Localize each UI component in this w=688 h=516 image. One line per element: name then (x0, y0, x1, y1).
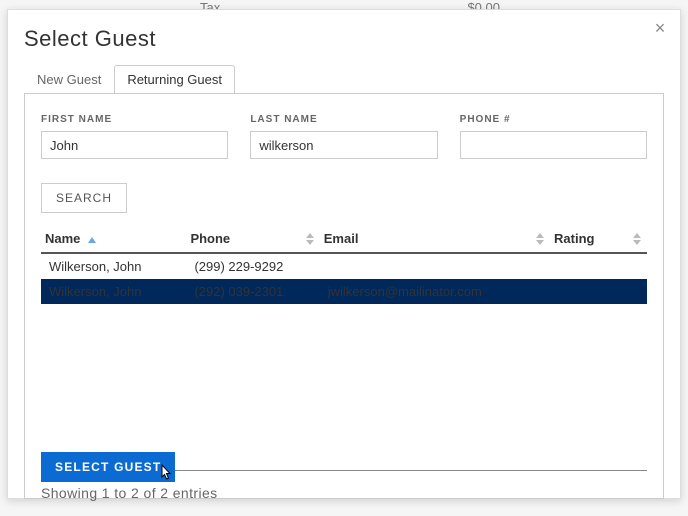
modal-title: Select Guest (8, 10, 680, 64)
sort-both-icon (633, 233, 641, 245)
tab-bar: New Guest Returning Guest (8, 64, 680, 93)
tab-returning-guest[interactable]: Returning Guest (114, 65, 235, 94)
first-name-label: FIRST NAME (41, 114, 228, 125)
select-guest-modal: × Select Guest New Guest Returning Guest… (7, 9, 681, 499)
col-header-name-label: Name (45, 231, 80, 246)
entries-info: Showing 1 to 2 of 2 entries (41, 485, 647, 501)
col-header-phone-label: Phone (190, 231, 230, 246)
cell-email (320, 253, 550, 279)
close-glyph: × (655, 18, 666, 39)
table-row[interactable]: Wilkerson, John(292) 039-2301jwilkerson@… (41, 279, 647, 304)
select-guest-button[interactable]: SELECT GUEST (41, 452, 175, 482)
first-name-input[interactable] (41, 131, 228, 159)
cell-rating (550, 279, 647, 304)
col-header-phone[interactable]: Phone (186, 225, 319, 253)
cell-phone: (292) 039-2301 (186, 279, 319, 304)
search-button[interactable]: SEARCH (41, 183, 127, 213)
table-row[interactable]: Wilkerson, John(299) 229-9292 (41, 253, 647, 279)
col-header-email[interactable]: Email (320, 225, 550, 253)
last-name-field: LAST NAME (250, 114, 437, 159)
col-header-name[interactable]: Name (41, 225, 186, 253)
cell-phone: (299) 229-9292 (186, 253, 319, 279)
phone-input[interactable] (460, 131, 647, 159)
tab-panel-returning: FIRST NAME LAST NAME PHONE # SEARCH (24, 93, 664, 499)
cell-rating (550, 253, 647, 279)
tab-new-guest[interactable]: New Guest (24, 65, 114, 94)
results-header-row: Name Phone Email (41, 225, 647, 253)
col-header-email-label: Email (324, 231, 359, 246)
phone-field: PHONE # (460, 114, 647, 159)
col-header-rating[interactable]: Rating (550, 225, 647, 253)
results-table: Name Phone Email (41, 225, 647, 304)
cell-name: Wilkerson, John (41, 253, 186, 279)
app-backdrop: Tax $0.00 × Select Guest New Guest Retur… (0, 0, 688, 516)
sort-asc-icon (88, 237, 96, 243)
cell-name: Wilkerson, John (41, 279, 186, 304)
phone-label: PHONE # (460, 114, 647, 125)
close-icon[interactable]: × (650, 18, 670, 38)
sort-both-icon (306, 233, 314, 245)
results-empty-area (41, 304, 647, 464)
col-header-rating-label: Rating (554, 231, 594, 246)
cell-email: jwilkerson@mailinator.com (320, 279, 550, 304)
sort-both-icon (536, 233, 544, 245)
last-name-label: LAST NAME (250, 114, 437, 125)
results-body: Wilkerson, John(299) 229-9292Wilkerson, … (41, 253, 647, 304)
search-fields: FIRST NAME LAST NAME PHONE # (41, 114, 647, 159)
last-name-input[interactable] (250, 131, 437, 159)
first-name-field: FIRST NAME (41, 114, 228, 159)
